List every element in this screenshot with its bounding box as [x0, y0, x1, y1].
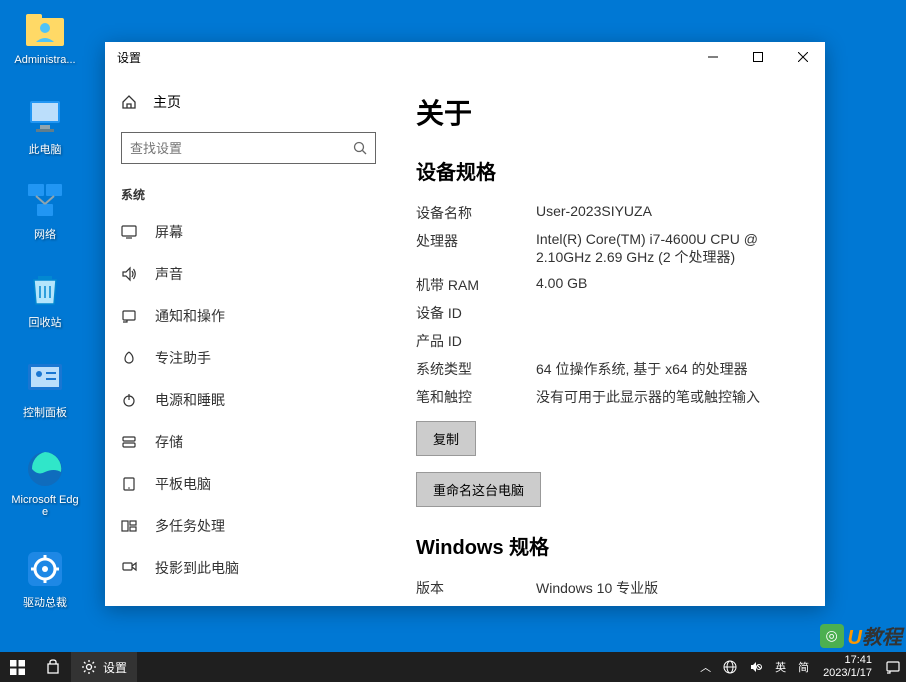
controlpanel-icon — [24, 358, 66, 400]
nav-storage[interactable]: 存储 — [105, 421, 392, 463]
nav-label: 多任务处理 — [155, 516, 225, 536]
computer-icon — [24, 95, 66, 137]
titlebar[interactable]: 设置 — [105, 42, 825, 72]
nav-label: 屏幕 — [155, 222, 183, 242]
nav-display[interactable]: 屏幕 — [105, 211, 392, 253]
search-icon — [353, 141, 367, 155]
nav-label: 专注助手 — [155, 348, 211, 368]
maximize-button[interactable] — [735, 42, 780, 72]
display-icon — [121, 224, 137, 240]
desktop-icon-admin[interactable]: Administra... — [10, 8, 80, 66]
network-icon — [24, 180, 66, 222]
watermark: ◎ U教程 — [820, 621, 902, 650]
taskbar-settings-label: 设置 — [103, 659, 127, 676]
desktop-icon-edge[interactable]: Microsoft Edge — [10, 448, 80, 518]
device-specs-heading: 设备规格 — [416, 156, 801, 185]
edge-icon — [24, 448, 66, 490]
sound-icon — [121, 266, 137, 282]
search-box[interactable] — [121, 132, 376, 164]
recyclebin-icon — [24, 268, 66, 310]
spec-row: 产品 ID — [416, 327, 801, 355]
window-title: 设置 — [117, 49, 141, 66]
spec-row: 系统类型64 位操作系统, 基于 x64 的处理器 — [416, 355, 801, 383]
nav-tablet[interactable]: 平板电脑 — [105, 463, 392, 505]
search-input[interactable] — [130, 141, 353, 156]
home-label: 主页 — [153, 92, 181, 112]
nav-focus[interactable]: 专注助手 — [105, 337, 392, 379]
spec-row: 处理器Intel(R) Core(TM) i7-4600U CPU @ 2.10… — [416, 227, 801, 271]
spec-row: 设备名称User-2023SIYUZA — [416, 199, 801, 227]
windows-specs-heading: Windows 规格 — [416, 531, 801, 560]
copy-button[interactable]: 复制 — [416, 421, 476, 456]
titlebar-controls — [690, 42, 825, 72]
spec-row: 版本Windows 10 专业版 — [416, 574, 801, 602]
multitask-icon — [121, 518, 137, 534]
spec-row: 笔和触控没有可用于此显示器的笔或触控输入 — [416, 383, 801, 411]
tray-chevron[interactable]: ︿ — [694, 652, 717, 682]
desktop-icon-recyclebin[interactable]: 回收站 — [10, 268, 80, 330]
desktop-icon-driver[interactable]: 驱动总裁 — [10, 548, 80, 610]
spec-row: 机带 RAM4.00 GB — [416, 271, 801, 299]
taskbar: 设置 ︿ 英 简 17:41 2023/1/17 — [0, 652, 906, 682]
home-link[interactable]: 主页 — [105, 82, 392, 122]
tray-volume-icon[interactable] — [743, 652, 769, 682]
tray-network-icon[interactable] — [717, 652, 743, 682]
focus-icon — [121, 350, 137, 366]
close-button[interactable] — [780, 42, 825, 72]
nav-power[interactable]: 电源和睡眠 — [105, 379, 392, 421]
driver-icon — [24, 548, 66, 590]
project-icon — [121, 560, 137, 576]
nav-sound[interactable]: 声音 — [105, 253, 392, 295]
spec-row: 版本号22H2 — [416, 602, 801, 606]
settings-window: 设置 主页 系统 屏幕 — [105, 42, 825, 606]
nav-label: 投影到此电脑 — [155, 558, 239, 578]
watermark-text: U教程 — [848, 621, 902, 650]
watermark-icon: ◎ — [820, 624, 844, 648]
nav-label: 声音 — [155, 264, 183, 284]
taskbar-settings[interactable]: 设置 — [71, 652, 137, 682]
start-button[interactable] — [0, 652, 35, 682]
page-title: 关于 — [416, 92, 801, 132]
tray-action-center[interactable] — [880, 652, 906, 682]
minimize-button[interactable] — [690, 42, 735, 72]
desktop-icon-thispc[interactable]: 此电脑 — [10, 95, 80, 157]
nav-multitask[interactable]: 多任务处理 — [105, 505, 392, 547]
notify-icon — [121, 308, 137, 324]
power-icon — [121, 392, 137, 408]
tray-ime[interactable]: 英 — [769, 652, 792, 682]
home-icon — [121, 94, 137, 110]
storage-icon — [121, 434, 137, 450]
nav-notifications[interactable]: 通知和操作 — [105, 295, 392, 337]
taskbar-store[interactable] — [35, 652, 71, 682]
rename-button[interactable]: 重命名这台电脑 — [416, 472, 541, 507]
user-folder-icon — [24, 8, 66, 50]
content-area: 关于 设备规格 设备名称User-2023SIYUZA 处理器Intel(R) … — [392, 72, 825, 606]
nav-label: 电源和睡眠 — [155, 390, 225, 410]
nav-project[interactable]: 投影到此电脑 — [105, 547, 392, 589]
nav-label: 通知和操作 — [155, 306, 225, 326]
desktop-icon-controlpanel[interactable]: 控制面板 — [10, 358, 80, 420]
tablet-icon — [121, 476, 137, 492]
nav-label: 平板电脑 — [155, 474, 211, 494]
taskbar-clock[interactable]: 17:41 2023/1/17 — [815, 654, 880, 680]
tray-ime2[interactable]: 简 — [792, 652, 815, 682]
sidebar-section-title: 系统 — [105, 174, 392, 211]
sidebar: 主页 系统 屏幕 声音 通知和操作 — [105, 72, 392, 606]
spec-row: 设备 ID — [416, 299, 801, 327]
desktop-icon-network[interactable]: 网络 — [10, 180, 80, 242]
nav-label: 存储 — [155, 432, 183, 452]
